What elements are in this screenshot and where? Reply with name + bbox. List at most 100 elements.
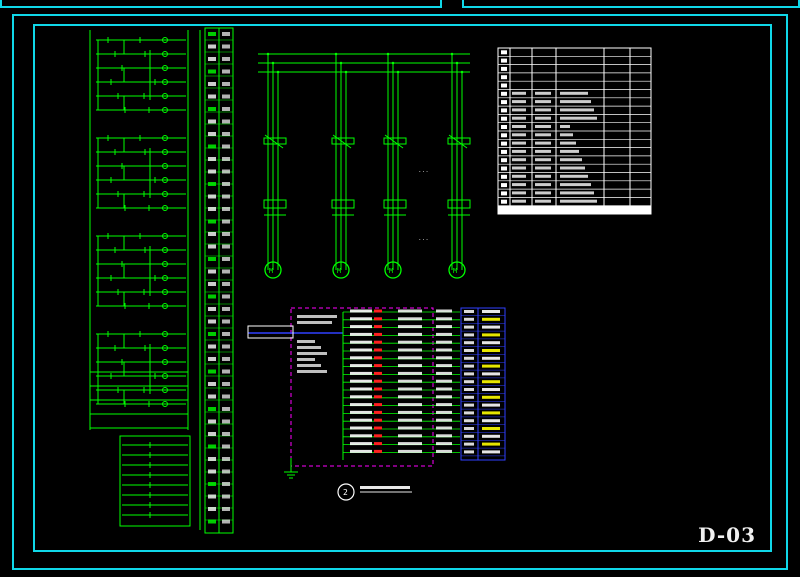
terminal-label-mark (222, 519, 230, 524)
load-code (464, 403, 474, 407)
bus-tap-dot (460, 70, 464, 74)
terminal-label-mark (222, 419, 230, 424)
feeder-load-label (436, 449, 452, 453)
panel-device-label (297, 340, 315, 343)
motor-glyph: M (337, 267, 341, 275)
table-cell-text (535, 100, 551, 104)
terminal-label-mark (222, 307, 230, 311)
feeder-breaker-label (350, 348, 372, 352)
load-code (464, 442, 474, 446)
feeder-breaker-label (350, 332, 372, 336)
table-index-mark (501, 183, 507, 188)
feeder-breaker-label (350, 403, 372, 407)
terminal-label-mark (222, 119, 230, 124)
feeder-load-label (436, 356, 452, 360)
feeder-cable-label (398, 325, 422, 329)
load-name (482, 356, 500, 360)
terminal-label-mark (208, 482, 216, 486)
feeder-load-label (436, 434, 452, 438)
load-name (482, 364, 500, 368)
diagram-number: 2 (343, 488, 348, 497)
terminal-label-mark (222, 32, 230, 36)
table-cell-text (535, 199, 551, 203)
feeder-breaker-label (350, 317, 372, 321)
feeder-breaker-label (350, 325, 372, 329)
feeder-load-label (436, 309, 452, 313)
terminal-label-mark (222, 169, 230, 174)
feeder-cable-label (398, 442, 422, 446)
feeder-cable-label (398, 403, 422, 407)
bus-tap-dot (271, 61, 275, 65)
feeder-cable-label (398, 371, 422, 375)
terminal-label-mark (222, 69, 230, 74)
table-cell-text (535, 116, 551, 120)
terminal-label-mark (208, 82, 216, 86)
table-cell-text (512, 125, 526, 128)
terminal-label-mark (222, 257, 230, 261)
schematic-canvas: M M M M...... 2 (89, 27, 652, 534)
terminal-label-mark (222, 344, 230, 349)
table-cell-text (560, 125, 570, 128)
breaker-box (447, 137, 471, 145)
feed-label-box (247, 325, 294, 339)
table-index-mark (501, 141, 507, 146)
contactor-box (331, 199, 355, 209)
table-cell-text (560, 91, 588, 95)
terminal-label-mark (208, 107, 216, 111)
terminal-label-mark (222, 57, 230, 61)
sheet-number: D-03 (698, 523, 756, 547)
feeder-breaker-label (350, 309, 372, 313)
terminal-label-mark (222, 507, 230, 511)
feeder-cable-label (398, 332, 422, 336)
terminal-label-mark (208, 32, 216, 36)
terminal-label-mark (208, 194, 216, 199)
table-cell-text (560, 100, 591, 104)
load-code (464, 411, 474, 415)
feeder-breaker-label (350, 442, 372, 446)
load-name (482, 442, 500, 446)
terminal-label-mark (208, 232, 216, 236)
terminal-label-mark (208, 432, 216, 436)
terminal-label-mark (208, 157, 216, 161)
table-cell-text (512, 108, 526, 112)
feeder-breaker-mark (374, 418, 382, 422)
feeder-breaker-label (350, 340, 372, 344)
contactor-box (447, 199, 471, 209)
table-index-mark (501, 50, 507, 55)
terminal-label-mark (208, 344, 216, 349)
terminal-label-mark (208, 94, 216, 99)
table-cell-text (512, 183, 526, 187)
load-name (482, 317, 500, 321)
table-index-mark (501, 158, 507, 163)
load-name (482, 388, 500, 391)
bus-tap-dot (450, 52, 454, 56)
load-name (482, 427, 500, 430)
table-cell-text (560, 199, 597, 203)
terminal-label-mark (222, 194, 230, 199)
bus-tap-dot (266, 52, 270, 56)
feeder-breaker-mark (374, 426, 382, 430)
panel-device-label (297, 370, 327, 373)
terminal-label-mark (208, 57, 216, 61)
terminal-label-mark (208, 519, 216, 524)
spare-mark-2: ... (418, 235, 429, 242)
feeder-breaker-label (350, 395, 372, 399)
table-cell-text (560, 133, 573, 137)
table-cell-text (512, 149, 526, 153)
feeder-breaker-label (350, 371, 372, 375)
terminal-label-mark (208, 132, 216, 136)
feeder-breaker-mark (374, 325, 382, 329)
terminal-label-mark (222, 382, 230, 386)
table-cell-text (560, 141, 576, 145)
feeder-cable-label (398, 387, 422, 391)
bus-tap-dot (339, 61, 343, 65)
table-cell-text (535, 133, 551, 137)
terminal-label-mark (222, 394, 230, 399)
bus-tap-dot (391, 61, 395, 65)
table-index-mark (501, 174, 507, 179)
feeder-breaker-mark (374, 410, 382, 414)
feeder-cable-label (398, 434, 422, 438)
control-box (119, 435, 191, 527)
spare-mark-1: ... (418, 167, 429, 174)
feeder-cable-label (398, 348, 422, 352)
